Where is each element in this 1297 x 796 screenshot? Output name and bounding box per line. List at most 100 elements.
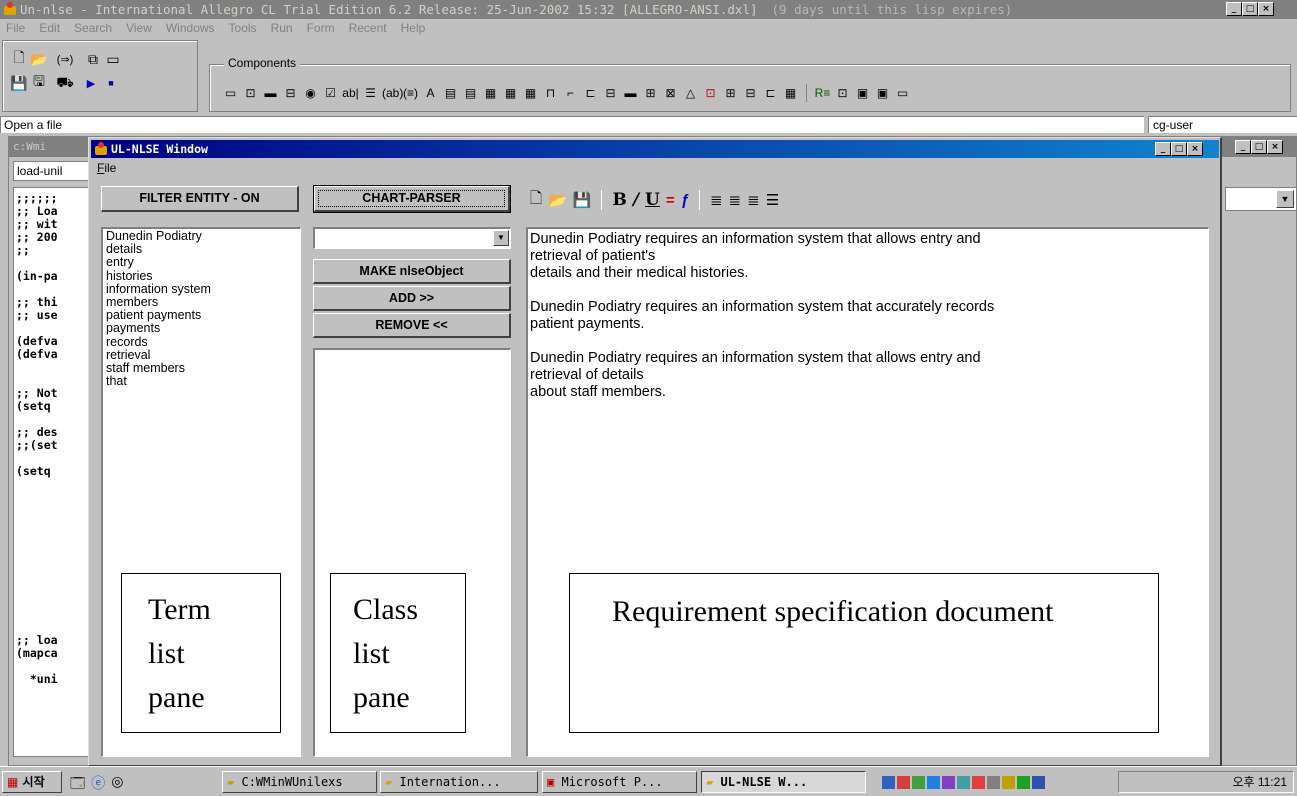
label-icon[interactable]: (ab) (382, 86, 403, 101)
radio-button-icon[interactable]: ◉ (302, 86, 319, 101)
group-box-icon[interactable]: ⊟ (742, 86, 759, 101)
checkbox-icon[interactable]: ☑ (322, 86, 339, 101)
build-icon[interactable]: ⛟ (56, 74, 74, 92)
bold-icon[interactable]: B (612, 190, 626, 210)
menu-run[interactable]: Run (264, 19, 300, 37)
chevron-down-icon[interactable]: ▼ (1276, 190, 1294, 208)
term-list-item[interactable]: entry (106, 256, 300, 269)
align-center-icon[interactable]: ≣ (729, 191, 742, 209)
multiline-text-icon[interactable]: ☰ (362, 86, 379, 101)
static-text-icon[interactable]: A (422, 86, 439, 101)
ul-close-button[interactable]: × (1187, 142, 1203, 156)
term-list-item[interactable]: that (106, 375, 300, 388)
menu-form[interactable]: Form (300, 19, 342, 37)
menu-file[interactable]: File (0, 19, 32, 37)
term-list-item[interactable]: records (106, 335, 300, 349)
open-doc-icon[interactable]: 📂 (548, 191, 567, 209)
save-all-icon[interactable]: 🖫 (30, 73, 48, 92)
font-icon[interactable]: ƒ (681, 192, 689, 209)
window-icon[interactable]: ▭ (104, 50, 122, 68)
static-box-icon[interactable]: ▬ (262, 86, 279, 101)
frame-icon[interactable]: ⊏ (762, 86, 779, 101)
menu-view[interactable]: View (119, 19, 159, 37)
lamp-icon[interactable]: ⊟ (282, 86, 299, 101)
stop-icon[interactable]: ■ (102, 74, 120, 92)
ul-maximize-button[interactable]: □ (1171, 142, 1187, 156)
menu-search[interactable]: Search (67, 19, 119, 37)
add-button[interactable]: ADD >> (313, 286, 511, 311)
editable-text-icon[interactable]: ab| (342, 86, 359, 101)
underline-icon[interactable]: U (645, 190, 660, 210)
messenger-icon[interactable] (912, 775, 925, 789)
align-left-icon[interactable]: ≣ (710, 191, 723, 209)
remove-button[interactable]: REMOVE << (313, 313, 511, 338)
combo-box-icon[interactable]: ▤ (462, 86, 479, 101)
list-label-icon[interactable]: (≡) (402, 86, 419, 101)
globe-icon[interactable] (927, 775, 940, 789)
display-icon[interactable] (942, 775, 955, 789)
new-doc-icon[interactable]: 🗋 (530, 188, 542, 213)
ime-icon[interactable] (972, 775, 985, 789)
header-icon[interactable]: ⌐ (562, 86, 579, 101)
bluetooth-icon[interactable] (1032, 775, 1045, 789)
start-button[interactable]: ▦ 시작 (2, 771, 62, 793)
task-ul-nlse[interactable]: ▰ UL-NLSE W... (701, 771, 866, 793)
term-list-item[interactable]: payments (106, 322, 300, 335)
menu-windows[interactable]: Windows (159, 19, 222, 37)
editor-tab[interactable]: load-unil (13, 161, 93, 181)
web-browser-icon[interactable]: ▣ (874, 86, 891, 101)
custom-widget-icon[interactable]: ▭ (894, 86, 911, 101)
outlook-icon[interactable]: ◎ (111, 773, 123, 796)
rich-edit-icon[interactable]: R≡ (814, 86, 831, 101)
new-file-icon[interactable]: 🗋 (10, 49, 28, 68)
grid-icon[interactable]: ⊠ (662, 86, 679, 101)
slider-icon[interactable]: ⊞ (642, 86, 659, 101)
multi-picture-icon[interactable]: ⊞ (722, 86, 739, 101)
save-icon[interactable]: 💾 (10, 74, 28, 92)
ul-minimize-button[interactable]: _ (1155, 142, 1171, 156)
menu-tools[interactable]: Tools (222, 19, 264, 37)
term-list-item[interactable]: staff members (106, 361, 300, 375)
editor-combo[interactable]: ▼ (1225, 187, 1297, 211)
html-widget-icon[interactable]: ▣ (854, 86, 871, 101)
ole-icon[interactable]: ⊡ (834, 86, 851, 101)
menu-help[interactable]: Help (394, 19, 433, 37)
dropdown-icon[interactable]: ▦ (482, 86, 499, 101)
keyboard-icon[interactable] (987, 775, 1000, 789)
run-icon[interactable]: ▶ (82, 74, 100, 92)
task-allegro[interactable]: ▰ Internation... (380, 771, 538, 793)
menu-recent[interactable]: Recent (342, 19, 394, 37)
italic-icon[interactable]: / (633, 190, 639, 210)
new-form-icon[interactable]: ⧉ (84, 50, 102, 68)
desktop-icon[interactable]: 🗔 (70, 773, 85, 796)
color-icon[interactable]: = (666, 192, 675, 209)
outline-icon[interactable]: ▦ (502, 86, 519, 101)
close-button[interactable]: × (1258, 2, 1274, 16)
task-explorer[interactable]: ▰ C:WMinWUnilexs (222, 771, 377, 793)
class-combo[interactable]: ▼ (313, 227, 511, 249)
make-nlse-object-button[interactable]: MAKE nlseObject (313, 259, 511, 284)
editor-minimize-button[interactable]: _ (1235, 140, 1251, 154)
update-icon[interactable] (1002, 775, 1015, 789)
term-list-item[interactable]: details (106, 243, 300, 256)
incremental-eval-icon[interactable]: (⇒) (56, 50, 74, 68)
editor-maximize-button[interactable]: □ (1251, 140, 1267, 154)
chart-parser-button[interactable]: CHART-PARSER (313, 185, 511, 213)
menu-edit[interactable]: Edit (32, 19, 67, 37)
security-icon[interactable] (1017, 775, 1030, 789)
bitmap-icon[interactable]: ⊡ (702, 86, 719, 101)
antivirus-icon[interactable] (897, 775, 910, 789)
tree-icon[interactable]: ▦ (522, 86, 539, 101)
trackbar-icon[interactable]: ⊟ (602, 86, 619, 101)
network-icon[interactable] (882, 775, 895, 789)
editor-close-button[interactable]: × (1267, 140, 1283, 154)
tab-control-icon[interactable]: ⊓ (542, 86, 559, 101)
open-folder-icon[interactable]: 📂 (30, 50, 48, 68)
internet-explorer-icon[interactable]: ⓔ (91, 773, 105, 796)
list-icon[interactable]: ▤ (442, 86, 459, 101)
bullet-list-icon[interactable]: ☰ (766, 191, 779, 209)
task-powerpoint[interactable]: ▣ Microsoft P... (542, 771, 697, 793)
volume-icon[interactable] (957, 775, 970, 789)
filter-entity-button[interactable]: FILTER ENTITY - ON (101, 186, 299, 212)
system-tray-clock[interactable]: 오후 11:21 (1118, 771, 1294, 793)
